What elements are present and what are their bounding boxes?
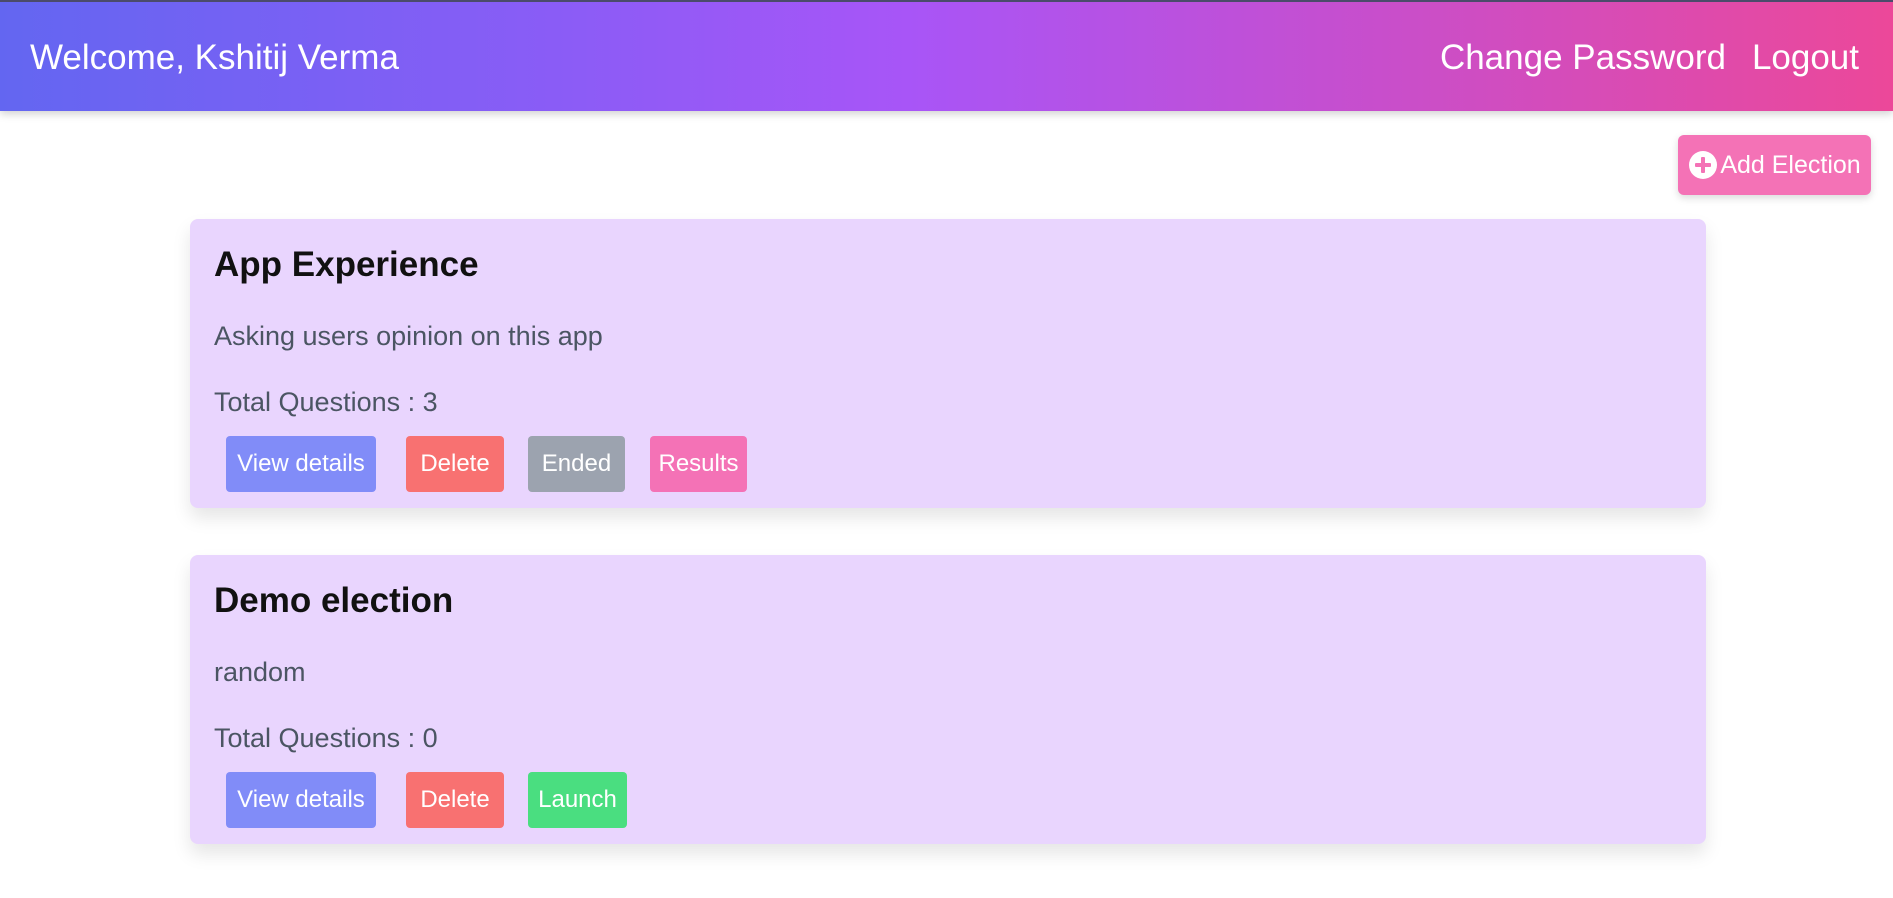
view-details-button[interactable]: View details <box>226 772 376 828</box>
add-election-button[interactable]: Add Election <box>1678 135 1871 195</box>
launch-button[interactable]: Launch <box>528 772 627 828</box>
election-title: App Experience <box>214 245 479 284</box>
total-questions-label: Total Questions <box>214 387 401 417</box>
view-details-button[interactable]: View details <box>226 436 376 492</box>
election-description: Asking users opinion on this app <box>214 321 603 351</box>
election-title: Demo election <box>214 581 454 620</box>
total-questions-value: 0 <box>422 723 438 753</box>
logout-link[interactable]: Logout <box>1752 38 1859 78</box>
total-questions-value: 3 <box>422 387 438 417</box>
delete-button[interactable]: Delete <box>406 772 504 828</box>
total-questions-separator: : <box>400 387 423 417</box>
delete-button[interactable]: Delete <box>406 436 504 492</box>
ended-button[interactable]: Ended <box>528 436 625 492</box>
nav-links: Change Password Logout <box>1440 38 1859 78</box>
change-password-link[interactable]: Change Password <box>1440 38 1726 78</box>
plus-circle-icon <box>1688 150 1718 180</box>
total-questions-separator: : <box>400 723 423 753</box>
results-button[interactable]: Results <box>650 436 747 492</box>
total-questions-label: Total Questions <box>214 723 401 753</box>
add-election-label: Add Election <box>1720 150 1861 179</box>
welcome-text: Welcome, Kshitij Verma <box>30 38 399 77</box>
total-questions: Total Questions : 0 <box>214 723 438 754</box>
election-description: random <box>214 657 306 687</box>
election-card: Demo election random Total Questions : 0… <box>190 555 1706 844</box>
election-card: App Experience Asking users opinion on t… <box>190 219 1706 508</box>
total-questions: Total Questions : 3 <box>214 387 438 418</box>
top-navbar: Welcome, Kshitij Verma Change Password L… <box>0 0 1893 111</box>
